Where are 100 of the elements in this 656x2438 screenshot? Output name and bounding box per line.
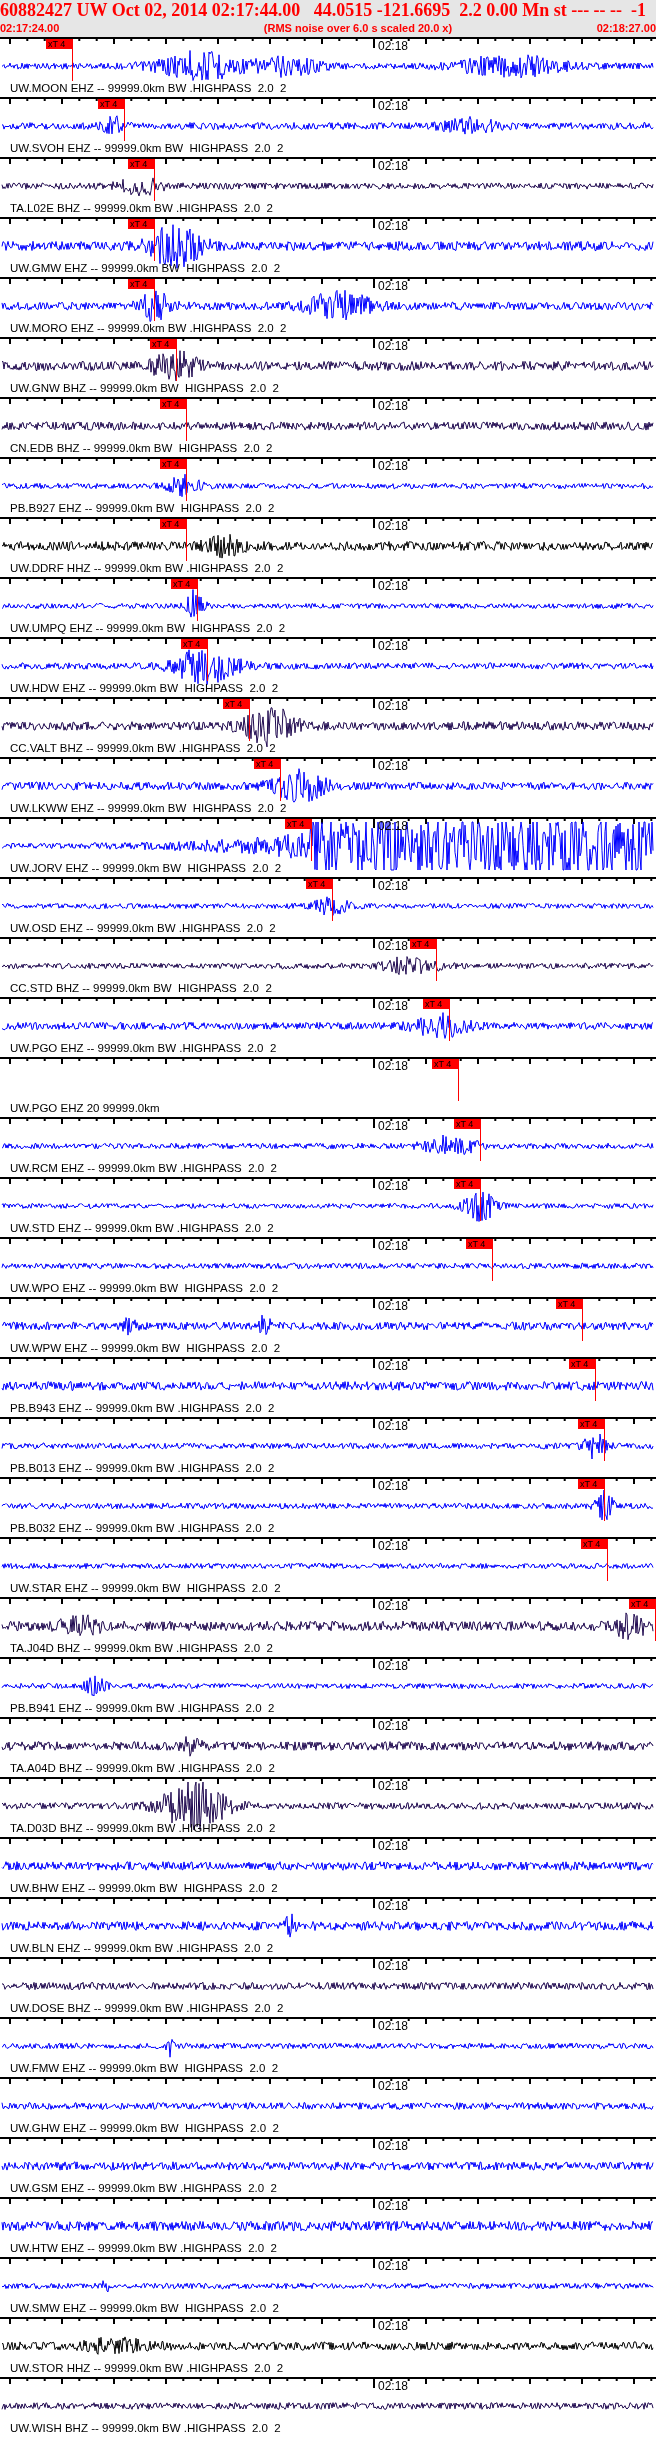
pick-line — [186, 529, 187, 561]
time-mark: 02:18 — [378, 2320, 409, 2333]
time-mark: 02:18 — [378, 400, 409, 413]
pick-line — [186, 469, 187, 501]
time-mark: 02:18 — [378, 1240, 409, 1253]
time-mark: 02:18 — [378, 2380, 409, 2393]
pick-marker: xT 4 — [556, 1299, 583, 1309]
pick-line — [449, 1009, 450, 1041]
pick-marker: xT 4 — [150, 339, 177, 349]
time-mark: 02:18 — [378, 220, 409, 233]
channel-label: PB.B941 EHZ -- 99999.0km BW .HIGHPASS 2.0 2 — [10, 1702, 275, 1715]
pick-line — [197, 589, 198, 621]
time-mark: 02:18 — [378, 1180, 409, 1193]
pick-line — [249, 709, 250, 741]
pick-marker: xT 4 — [410, 939, 437, 949]
channel-label: TA.L02E BHZ -- 99999.0km BW .HIGHPASS 2.0 2 — [10, 202, 273, 215]
channel-label: UW.DDRF HHZ -- 99999.0km BW .HIGHPASS 2.0 2 — [10, 562, 284, 575]
time-mark: 02:18 — [378, 640, 409, 653]
pick-marker: xT 4 — [160, 519, 187, 529]
pick-marker: xT 4 — [160, 459, 187, 469]
channel-label: TA.A04D BHZ -- 99999.0km BW .HIGHPASS 2.0 2 — [10, 1762, 275, 1775]
time-mark: 02:18 — [378, 1300, 409, 1313]
pick-line — [458, 1069, 459, 1101]
pick-line — [154, 229, 155, 261]
pick-marker: xT 4 — [171, 579, 198, 589]
channel-label: CC.VALT BHZ -- 99999.0km BW .HIGHPASS 2.0 2 — [10, 742, 276, 755]
channel-label: UW.MORO EHZ -- 99999.0km BW .HIGHPASS 2.0 2 — [10, 322, 287, 335]
pick-marker: xT 4 — [181, 639, 208, 649]
pick-line — [176, 349, 177, 381]
pick-line — [607, 1549, 608, 1581]
pick-marker: xT 4 — [578, 1479, 605, 1489]
channel-label: UW.BHW EHZ -- 99999.0km BW HIGHPASS 2.0 2 — [10, 1882, 278, 1895]
channel-label: UW.SVOH EHZ -- 99999.0km BW HIGHPASS 2.0 2 — [10, 142, 284, 155]
time-mark: 02:18 — [378, 1960, 409, 1973]
time-mark: 02:18 — [378, 1360, 409, 1373]
channel-label: PB.B013 EHZ -- 99999.0km BW .HIGHPASS 2.0 2 — [10, 1462, 275, 1475]
channel-label: PB.B927 EHZ -- 99999.0km BW HIGHPASS 2.0 2 — [10, 502, 275, 515]
time-mark: 02:18 — [378, 1120, 409, 1133]
pick-line — [582, 1309, 583, 1341]
channel-label: UW.RCM EHZ -- 99999.0km BW .HIGHPASS 2.0 2 — [10, 1162, 277, 1175]
pick-marker: xT 4 — [128, 159, 155, 169]
pick-marker: xT 4 — [423, 999, 450, 1009]
channel-label: UW.GHW EHZ -- 99999.0km BW HIGHPASS 2.0 2 — [10, 2122, 279, 2135]
time-mark: 02:18 — [378, 1480, 409, 1493]
pick-line — [154, 289, 155, 321]
pick-marker: xT 4 — [223, 699, 250, 709]
time-mark: 02:18 — [378, 1600, 409, 1613]
pick-line — [124, 109, 125, 141]
channel-label: UW.WPW EHZ -- 99999.0km BW HIGHPASS 2.0 2 — [10, 1342, 281, 1355]
time-mark: 02:18 — [378, 2080, 409, 2093]
channel-label: UW.STAR EHZ -- 99999.0km BW HIGHPASS 2.0 2 — [10, 1582, 281, 1595]
channel-label: CC.STD BHZ -- 99999.0km BW HIGHPASS 2.0 2 — [10, 982, 272, 995]
channel-label: UW.UMPQ EHZ -- 99999.0km BW HIGHPASS 2.0 2 — [10, 622, 286, 635]
time-mark: 02:18 — [378, 2140, 409, 2153]
time-mark: 02:18 — [378, 1540, 409, 1553]
channel-label: UW.GMW EHZ -- 99999.0km BW HIGHPASS 2.0 2 — [10, 262, 281, 275]
pick-line — [655, 1609, 656, 1641]
time-mark: 02:18 — [378, 100, 409, 113]
pick-marker: xT 4 — [128, 279, 155, 289]
channel-label: CN.EDB BHZ -- 99999.0km BW HIGHPASS 2.0 2 — [10, 442, 273, 455]
channel-label: PB.B032 EHZ -- 99999.0km BW .HIGHPASS 2.0 2 — [10, 1522, 275, 1535]
pick-marker: xT 4 — [46, 39, 73, 49]
time-mark: 02:18 — [378, 580, 409, 593]
time-mark: 02:18 — [378, 460, 409, 473]
channel-label: UW.STOR HHZ -- 99999.0km BW .HIGHPASS 2.0 2 — [10, 2362, 284, 2375]
end-time: 02:18:27.00 — [596, 21, 656, 35]
channel-label: UW.PGO EHZ -- 99999.0km BW .HIGHPASS 2.0 2 — [10, 1042, 277, 1055]
pick-line — [604, 1429, 605, 1461]
scale-note: (RMS noise over 6.0 s scaled 20.0 x) — [263, 21, 453, 35]
pick-line — [480, 1189, 481, 1221]
pick-marker: xT 4 — [306, 879, 333, 889]
time-mark: 02:18 — [378, 1060, 409, 1073]
pick-marker: xT 4 — [98, 99, 125, 109]
time-mark: 02:18 — [378, 760, 409, 773]
pick-marker: xT 4 — [454, 1179, 481, 1189]
channel-label: TA.D03D BHZ -- 99999.0km BW .HIGHPASS 2.0 2 — [10, 1822, 276, 1835]
channel-label: UW.HTW EHZ -- 99999.0km BW .HIGHPASS 2.0 2 — [10, 2242, 277, 2255]
pick-marker: xT 4 — [629, 1599, 656, 1609]
pick-marker: xT 4 — [466, 1239, 493, 1249]
channel-label: UW.PGO EHZ 20 99999.0km — [10, 1102, 160, 1115]
pick-marker: xT 4 — [160, 399, 187, 409]
channel-label: PB.B943 EHZ -- 99999.0km BW .HIGHPASS 2.0 2 — [10, 1402, 275, 1415]
time-mark: 02:18 — [378, 1420, 409, 1433]
pick-line — [436, 949, 437, 981]
pick-marker: xT 4 — [581, 1539, 608, 1549]
channel-label: UW.GSM EHZ -- 99999.0km BW .HIGHPASS 2.0 2 — [10, 2182, 277, 2195]
time-mark: 02:18 — [378, 520, 409, 533]
pick-line — [280, 769, 281, 801]
pick-line — [311, 829, 312, 861]
channel-label: UW.GNW BHZ -- 99999.0km BW HIGHPASS 2.0 2 — [10, 382, 279, 395]
channel-label: UW.SMW EHZ -- 99999.0km BW HIGHPASS 2.0 2 — [10, 2302, 279, 2315]
time-mark: 02:18 — [378, 1720, 409, 1733]
pick-line — [186, 409, 187, 441]
time-mark: 02:18 — [378, 1840, 409, 1853]
start-time: 02:17:24.00 — [0, 21, 60, 35]
time-mark: 02:18 — [378, 1000, 409, 1013]
channel-label: UW.JORV EHZ -- 99999.0km BW HIGHPASS 2.0 2 — [10, 862, 282, 875]
channel-label: UW.STD EHZ -- 99999.0km BW .HIGHPASS 2.0 2 — [10, 1222, 274, 1235]
pick-line — [72, 49, 73, 81]
channel-label: TA.J04D BHZ -- 99999.0km BW .HIGHPASS 2.0 2 — [10, 1642, 273, 1655]
